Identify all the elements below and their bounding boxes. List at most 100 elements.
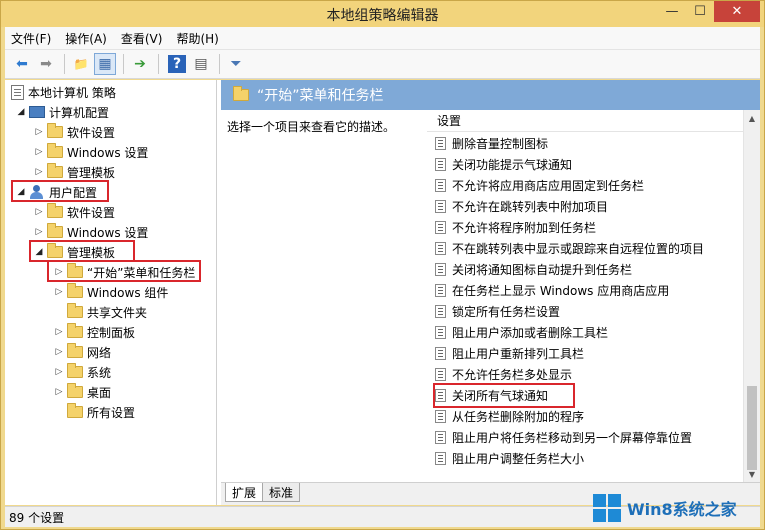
list-item[interactable]: 锁定所有任务栏设置 — [435, 301, 560, 322]
menu-view[interactable]: 查看(V) — [121, 30, 163, 47]
folder-icon — [67, 343, 83, 358]
highlight-user-config — [11, 180, 109, 202]
setting-icon — [435, 242, 446, 255]
folder-icon — [67, 383, 83, 398]
setting-icon — [435, 221, 446, 234]
windows-logo-icon — [593, 494, 621, 522]
tree-item-computer-config[interactable]: ◢ 计算机配置 — [15, 102, 109, 122]
folder-icon — [67, 403, 83, 418]
tree-item-shared-folders[interactable]: 共享文件夹 — [65, 302, 147, 322]
toolbar: ⬅ ➡ 📁 ▦ ➔ ? ▤ ⏷ — [5, 49, 760, 79]
content-header: “开始”菜单和任务栏 — [221, 80, 760, 110]
tree-item-desktop[interactable]: ▷ 桌面 — [53, 382, 111, 402]
setting-icon — [435, 305, 446, 318]
help-icon[interactable]: ? — [168, 55, 186, 73]
content-panel: “开始”菜单和任务栏 选择一个项目来查看它的描述。 设置 删除音量控制图标 关闭… — [221, 80, 760, 505]
menu-file[interactable]: 文件(F) — [11, 30, 51, 47]
tree-item-admin-templates[interactable]: ▷ 管理模板 — [33, 162, 115, 182]
list-item[interactable]: 不允许将应用商店应用固定到任务栏 — [435, 175, 644, 196]
export-icon[interactable]: ➔ — [129, 53, 151, 75]
main-window: 本地组策略编辑器 — ☐ ✕ 文件(F) 操作(A) 查看(V) 帮助(H) ⬅… — [0, 0, 765, 530]
maximize-button[interactable]: ☐ — [686, 1, 714, 22]
list-item[interactable]: 不在跳转列表中显示或跟踪来自远程位置的项目 — [435, 238, 704, 259]
list-item[interactable]: 从任务栏删除附加的程序 — [435, 406, 584, 427]
collapsed-arrow-icon[interactable]: ▷ — [53, 387, 65, 397]
collapsed-arrow-icon[interactable]: ▷ — [33, 227, 45, 237]
setting-icon — [435, 263, 446, 276]
tab-standard[interactable]: 标准 — [262, 483, 301, 502]
list-item[interactable]: 阻止用户将任务栏移动到另一个屏幕停靠位置 — [435, 427, 692, 448]
tree-item-user-software-settings[interactable]: ▷ 软件设置 — [33, 202, 115, 222]
folder-icon — [67, 283, 83, 298]
description-text: 选择一个项目来查看它的描述。 — [227, 120, 396, 134]
tree-item-windows-components[interactable]: ▷ Windows 组件 — [53, 282, 168, 302]
column-header-setting[interactable]: 设置 — [427, 110, 747, 132]
list-item[interactable]: 阻止用户调整任务栏大小 — [435, 448, 584, 469]
menu-bar: 文件(F) 操作(A) 查看(V) 帮助(H) — [5, 27, 760, 49]
collapsed-arrow-icon[interactable]: ▷ — [53, 347, 65, 357]
computer-icon — [29, 106, 45, 118]
highlight-admin-templates — [29, 240, 135, 262]
list-item[interactable]: 关闭功能提示气球通知 — [435, 154, 572, 175]
collapsed-arrow-icon[interactable]: ▷ — [53, 327, 65, 337]
folder-icon — [67, 303, 83, 318]
vertical-scrollbar[interactable]: ▲ ▼ — [743, 110, 760, 482]
setting-icon — [435, 431, 446, 444]
tab-extended[interactable]: 扩展 — [225, 483, 264, 502]
collapsed-arrow-icon[interactable]: ▷ — [33, 147, 45, 157]
list-item[interactable]: 不允许任务栏多处显示 — [435, 364, 572, 385]
folder-icon — [47, 163, 63, 178]
list-item[interactable]: 阻止用户添加或者删除工具栏 — [435, 322, 608, 343]
collapsed-arrow-icon[interactable]: ▷ — [53, 287, 65, 297]
collapsed-arrow-icon[interactable]: ▷ — [33, 127, 45, 137]
policy-document-icon — [11, 84, 24, 100]
tree-item-control-panel[interactable]: ▷ 控制面板 — [53, 322, 135, 342]
collapsed-arrow-icon[interactable]: ▷ — [53, 367, 65, 377]
forward-arrow-icon[interactable]: ➡ — [35, 53, 57, 75]
folder-icon — [67, 323, 83, 338]
collapsed-arrow-icon[interactable]: ▷ — [33, 167, 45, 177]
tree-item-software-settings[interactable]: ▷ 软件设置 — [33, 122, 115, 142]
tree-item-system[interactable]: ▷ 系统 — [53, 362, 111, 382]
scroll-down-icon[interactable]: ▼ — [744, 466, 760, 482]
scroll-up-icon[interactable]: ▲ — [744, 110, 760, 126]
filter-icon[interactable]: ⏷ — [225, 53, 247, 75]
tree-item-user-windows-settings[interactable]: ▷ Windows 设置 — [33, 222, 148, 242]
tree-item-windows-settings[interactable]: ▷ Windows 设置 — [33, 142, 148, 162]
menu-help[interactable]: 帮助(H) — [176, 30, 218, 47]
up-folder-icon[interactable]: 📁 — [70, 53, 92, 75]
list-item[interactable]: 关闭将通知图标自动提升到任务栏 — [435, 259, 632, 280]
navigation-tree[interactable]: 本地计算机 策略 ◢ 计算机配置 ▷ 软件设置 ▷ Windows 设置 ▷ 管… — [5, 80, 217, 505]
setting-icon — [435, 179, 446, 192]
tree-item-all-settings[interactable]: 所有设置 — [65, 402, 135, 422]
settings-list[interactable]: 设置 删除音量控制图标 关闭功能提示气球通知 不允许将应用商店应用固定到任务栏 … — [427, 110, 760, 482]
setting-icon — [435, 137, 446, 150]
window-title: 本地组策略编辑器 — [326, 8, 439, 24]
expanded-arrow-icon[interactable]: ◢ — [15, 107, 27, 117]
show-tree-icon[interactable]: ▦ — [94, 53, 116, 75]
folder-icon — [47, 123, 63, 138]
scroll-thumb[interactable] — [747, 386, 757, 470]
collapsed-arrow-icon[interactable]: ▷ — [33, 207, 45, 217]
tree-item-network[interactable]: ▷ 网络 — [53, 342, 111, 362]
list-item[interactable]: 在任务栏上显示 Windows 应用商店应用 — [435, 280, 669, 301]
watermark-text: Win8系统之家 — [627, 500, 737, 519]
setting-icon — [435, 347, 446, 360]
tree-item-root[interactable]: 本地计算机 策略 — [9, 82, 116, 102]
setting-icon — [435, 158, 446, 171]
menu-action[interactable]: 操作(A) — [65, 30, 107, 47]
minimize-button[interactable]: — — [658, 1, 686, 22]
watermark: Win8系统之家 — [593, 489, 763, 527]
list-item[interactable]: 阻止用户重新排列工具栏 — [435, 343, 584, 364]
folder-icon — [233, 86, 249, 101]
list-item[interactable]: 删除音量控制图标 — [435, 133, 548, 154]
main-area: 本地计算机 策略 ◢ 计算机配置 ▷ 软件设置 ▷ Windows 设置 ▷ 管… — [5, 80, 760, 505]
status-text: 89 个设置 — [9, 510, 65, 525]
title-bar[interactable]: 本地组策略编辑器 — ☐ ✕ — [1, 1, 764, 27]
close-button[interactable]: ✕ — [714, 1, 760, 22]
list-item[interactable]: 不允许在跳转列表中附加项目 — [435, 196, 608, 217]
properties-icon[interactable]: ▤ — [190, 53, 212, 75]
folder-icon — [67, 363, 83, 378]
list-item[interactable]: 不允许将程序附加到任务栏 — [435, 217, 596, 238]
back-arrow-icon[interactable]: ⬅ — [11, 53, 33, 75]
